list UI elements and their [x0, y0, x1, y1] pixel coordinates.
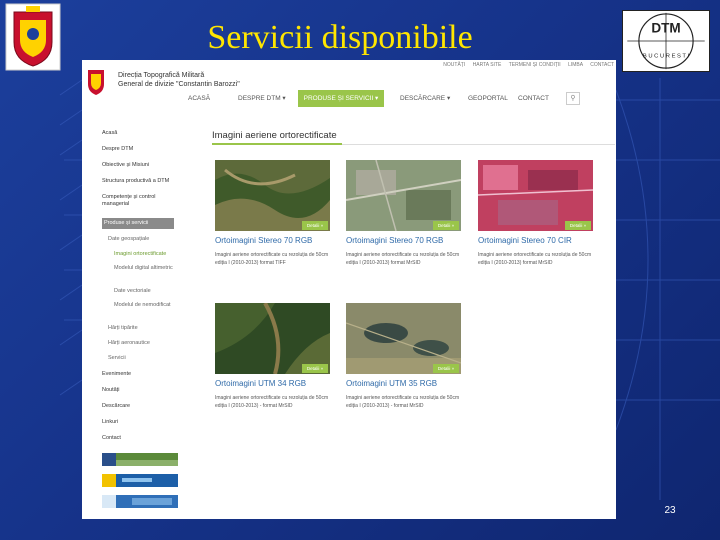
banner-central-image[interactable] [102, 474, 178, 487]
search-icon[interactable]: ⚲ [566, 92, 580, 105]
top-link-noutati[interactable]: NOUTĂȚI [443, 62, 465, 68]
details-button[interactable]: Detalii » [302, 221, 328, 230]
product-card: Detalii » Ortoimagini UTM 35 RGB Imagini… [346, 303, 461, 433]
nav-contact[interactable]: CONTACT [518, 90, 549, 107]
sidebar-item-date-vectoriale[interactable]: Date vectoriale [114, 288, 174, 295]
top-link-limba[interactable]: LIMBA [568, 62, 583, 68]
sidebar-item-model-altimetric[interactable]: Modelul digital altimetric [114, 265, 174, 272]
nav-geoportal[interactable]: GEOPORTAL [468, 90, 508, 107]
top-links: NOUTĂȚI HARTA SITE TERMENI ȘI CONDIȚII L… [366, 62, 614, 72]
nav-acasa[interactable]: ACASĂ [188, 90, 210, 107]
nav-descarcare[interactable]: DESCĂRCARE ▾ [400, 90, 450, 107]
content-title: Imagini aeriene ortorectificate [212, 130, 337, 141]
top-link-contact[interactable]: CONTACT [590, 62, 614, 68]
sidebar-item-contact[interactable]: Contact [102, 435, 174, 442]
site-header: Direcția Topografică Militară General de… [82, 60, 616, 108]
nav-despre-dtm[interactable]: DESPRE DTM ▾ [238, 90, 286, 107]
product-card: Detalii » Ortoimagini Stereo 70 CIR Imag… [478, 160, 593, 290]
sidebar-item-despre[interactable]: Despre DTM [102, 146, 174, 153]
card-description: Imagini aeriene ortorectificate cu rezol… [478, 252, 592, 266]
product-card: Detalii » Ortoimagini UTM 34 RGB Imagini… [215, 303, 330, 433]
sidebar-item-harti-aeronautice[interactable]: Hărți aeronautice [108, 340, 174, 347]
sidebar-item-produse[interactable]: Produse și servicii [102, 218, 174, 229]
logo-subtext: B U C U R E S T I [643, 53, 690, 59]
sidebar-item-competente[interactable]: Competențe și control managerial [102, 194, 174, 208]
logo-text: DTM [651, 20, 680, 35]
sidebar-item-model-nemodificat[interactable]: Modelul de nemodificat [114, 302, 174, 309]
sidebar-item-structura[interactable]: Structura productivă a DTM [102, 178, 174, 185]
sidebar-item-acasa[interactable]: Acasă [102, 130, 174, 137]
coat-of-arms-icon [5, 3, 61, 71]
banner-image[interactable] [102, 453, 178, 466]
sidebar-item-servicii[interactable]: Servicii [108, 355, 174, 362]
details-button[interactable]: Detalii » [565, 221, 591, 230]
sidebar-item-imagini[interactable]: Imagini ortorectificate [114, 251, 174, 258]
top-link-harta-site[interactable]: HARTA SITE [473, 62, 502, 68]
card-description: Imagini aeriene ortorectificate cu rezol… [215, 395, 329, 409]
sidebar-item-harti-tiparite[interactable]: Hărți tipărite [108, 325, 174, 332]
content-divider-accent [212, 143, 342, 145]
nav-produse-servicii[interactable]: PRODUSE ȘI SERVICII ▾ [298, 90, 384, 107]
site-sidebar: Acasă Despre DTM Obiective și Misiuni St… [100, 120, 178, 519]
main-nav: ACASĂ DESPRE DTM ▾ PRODUSE ȘI SERVICII ▾… [178, 90, 616, 108]
banner-map-image[interactable] [102, 495, 178, 508]
card-title[interactable]: Ortoimagini UTM 34 RGB [215, 379, 345, 388]
card-title[interactable]: Ortoimagini Stereo 70 RGB [346, 236, 476, 245]
org-name-line1: Direcția Topografică Militară [118, 72, 205, 79]
product-card: Detalii » Ortoimagini Stereo 70 RGB Imag… [346, 160, 461, 290]
slide-title: Servicii disponibile [207, 19, 473, 56]
card-title[interactable]: Ortoimagini Stereo 70 RGB [215, 236, 345, 245]
card-description: Imagini aeriene ortorectificate cu rezol… [215, 252, 329, 266]
card-title[interactable]: Ortoimagini UTM 35 RGB [346, 379, 476, 388]
sidebar-item-linkuri[interactable]: Linkuri [102, 419, 174, 426]
details-button[interactable]: Detalii » [302, 364, 328, 373]
card-description: Imagini aeriene ortorectificate cu rezol… [346, 252, 460, 266]
top-link-termeni[interactable]: TERMENI ȘI CONDIȚII [509, 62, 561, 68]
sidebar-item-descarcare[interactable]: Descărcare [102, 403, 174, 410]
sidebar-item-noutati[interactable]: Noutăți [102, 387, 174, 394]
card-title[interactable]: Ortoimagini Stereo 70 CIR [478, 236, 608, 245]
dtm-logo-icon: DTM B U C U R E S T I [622, 10, 710, 72]
card-description: Imagini aeriene ortorectificate cu rezol… [346, 395, 460, 409]
org-name-line2: General de divizie "Constantin Barozzi" [118, 81, 240, 88]
sidebar-item-obiective[interactable]: Obiective și Misiuni [102, 162, 174, 169]
product-card: Detalii » Ortoimagini Stereo 70 RGB Imag… [215, 160, 330, 290]
details-button[interactable]: Detalii » [433, 364, 459, 373]
website-screenshot: Direcția Topografică Militară General de… [82, 60, 616, 519]
sidebar-item-date-geospatiale[interactable]: Date geospațiale [108, 236, 174, 243]
details-button[interactable]: Detalii » [433, 221, 459, 230]
sidebar-item-evenimente[interactable]: Evenimente [102, 371, 174, 378]
site-crest-icon [88, 70, 104, 95]
slide-page-number: 23 [664, 505, 676, 516]
